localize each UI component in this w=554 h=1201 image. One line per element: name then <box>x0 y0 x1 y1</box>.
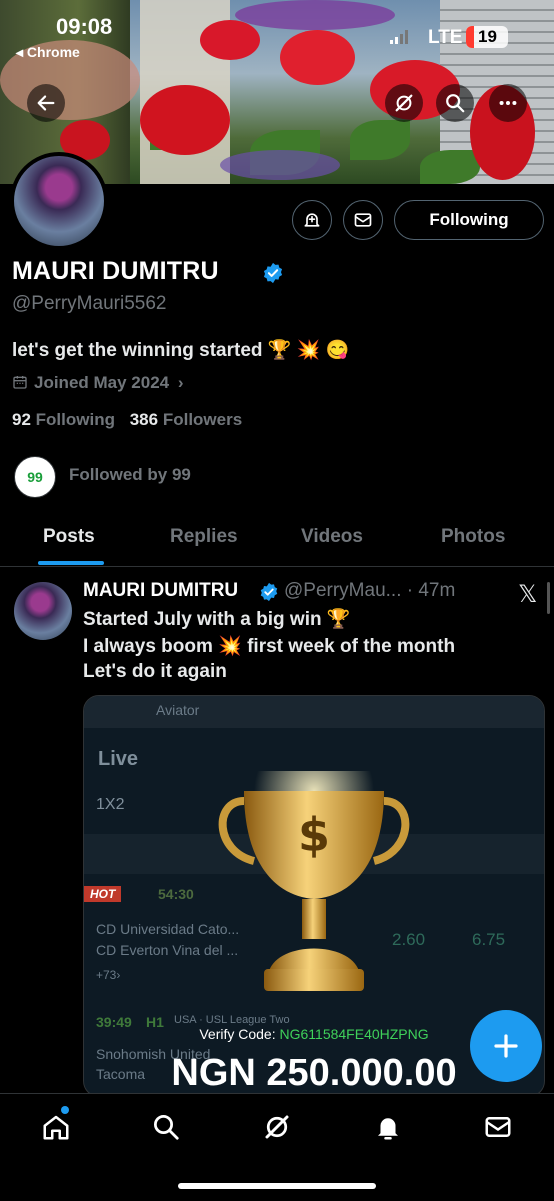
tab-videos[interactable]: Videos <box>301 526 363 548</box>
post-author-avatar[interactable] <box>14 582 72 640</box>
post-text-line: Let's do it again <box>83 661 227 682</box>
battery-level <box>466 26 474 48</box>
post-author-name[interactable]: MAURI DUMITRU <box>83 580 238 602</box>
media-match-time: 54:30 <box>158 886 194 902</box>
battery-icon: 19 <box>466 26 508 48</box>
signal-icon <box>390 30 408 44</box>
verified-badge-icon <box>260 582 278 602</box>
verify-code-value: NG611584FE40HZPNG <box>279 1026 429 1042</box>
grok-icon[interactable] <box>262 1112 292 1142</box>
media-header-text: Aviator <box>156 702 200 718</box>
more-icon <box>499 100 517 106</box>
followers-count: 386 <box>129 410 159 429</box>
media-league: USA · USL League Two <box>174 1014 290 1026</box>
grok-button[interactable] <box>385 84 423 122</box>
envelope-icon[interactable] <box>483 1112 513 1142</box>
joined-date[interactable]: Joined May 2024 › <box>12 373 184 393</box>
media-hot-badge: HOT <box>84 886 122 902</box>
followed-by-text[interactable]: Followed by 99 <box>69 465 191 485</box>
verified-badge-icon[interactable] <box>262 262 284 284</box>
notification-dot <box>61 1106 69 1114</box>
tab-posts[interactable]: Posts <box>43 526 95 548</box>
back-button[interactable] <box>27 84 65 122</box>
profile-handle: @PerryMauri5562 <box>12 293 167 314</box>
search-icon <box>446 94 465 113</box>
message-button[interactable] <box>343 200 383 240</box>
x-logo-icon[interactable]: 𝕏 <box>518 580 537 609</box>
compose-button[interactable] <box>470 1010 542 1082</box>
followers-link[interactable]: 386 Followers <box>130 410 242 429</box>
arrow-left-icon <box>37 95 55 111</box>
search-icon[interactable] <box>151 1112 181 1142</box>
profile-name: MAURI DUMITRU <box>12 257 219 285</box>
following-button[interactable]: Following <box>394 200 544 240</box>
notification-bell-plus-icon <box>304 213 320 227</box>
follow-counts: 92 Following 386 Followers <box>12 410 242 430</box>
following-link[interactable]: 92 Following <box>12 410 115 429</box>
status-time: 09:08 <box>56 14 113 39</box>
envelope-icon <box>354 213 372 227</box>
home-indicator <box>178 1183 376 1189</box>
trophy-icon: $ <box>218 771 410 991</box>
network-type: LTE <box>428 27 463 48</box>
battery-percent: 19 <box>478 27 497 46</box>
notification-toggle-button[interactable] <box>292 200 332 240</box>
joined-label: Joined May 2024 <box>34 373 170 392</box>
media-market: 1X2 <box>96 796 125 813</box>
back-to-app-link[interactable]: ◂ Chrome <box>16 44 80 61</box>
home-icon[interactable] <box>41 1112 71 1142</box>
notification-bell-icon[interactable] <box>373 1112 403 1142</box>
following-label: Following <box>35 410 115 429</box>
active-tab-indicator <box>38 561 104 565</box>
followers-label: Followers <box>162 410 243 429</box>
profile-bio: let's get the winning started 🏆 💥 😋 <box>12 340 350 361</box>
chevron-right-icon: › <box>177 373 184 392</box>
divider <box>0 566 554 567</box>
scrollbar[interactable] <box>547 582 550 614</box>
media-odds: 6.75 <box>472 930 506 949</box>
post-text-line: I always boom 💥 first week of the month <box>83 636 456 657</box>
svg-text:$: $ <box>298 808 330 862</box>
post-text-line: Started July with a big win 🏆 <box>83 609 351 630</box>
grok-icon <box>395 94 413 112</box>
profile-avatar[interactable] <box>10 152 108 250</box>
verify-label: Verify Code: <box>199 1026 276 1042</box>
calendar-icon <box>13 376 27 389</box>
tab-replies[interactable]: Replies <box>170 526 238 548</box>
more-button[interactable] <box>489 84 527 122</box>
media-live-label: Live <box>98 748 139 770</box>
media-more: +73› <box>96 968 121 982</box>
followed-by-avatar[interactable]: 99 <box>14 456 56 498</box>
following-count: 92 <box>12 410 31 429</box>
plus-icon <box>494 1034 518 1058</box>
media-header <box>84 696 544 728</box>
post-handle-time: @PerryMau... · 47m <box>284 580 456 601</box>
tab-photos[interactable]: Photos <box>441 526 505 548</box>
search-button[interactable] <box>436 84 474 122</box>
